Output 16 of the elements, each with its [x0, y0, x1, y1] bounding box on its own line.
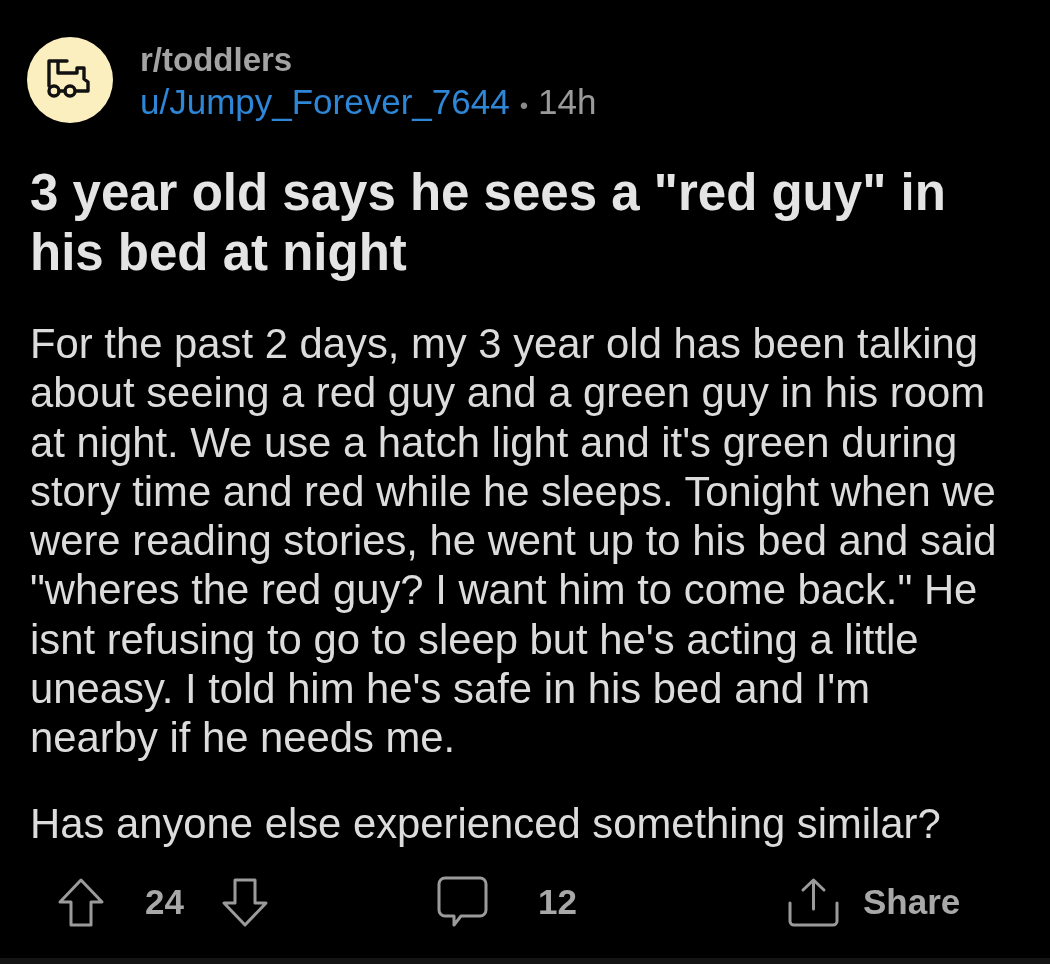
comment-count: 12 [538, 882, 577, 922]
train-icon [27, 37, 113, 123]
post-paragraph: Has anyone else experienced something similar? [30, 798, 942, 848]
post-title: 3 year old says he sees a "red guy" in his bed at night [30, 163, 947, 283]
comment-icon[interactable] [437, 876, 488, 928]
author-link[interactable]: u/Jumpy_Forever_7644 [140, 81, 510, 123]
post-paragraph: For the past 2 days, my 3 year old has been talking about seeing a red guy and a green guy in his room at night. We use a hatch light and it's green during story time and red while he sleeps. Tonight when we were reading stories, he went up to his bed and said "wheres the red guy? I want him to come back." He isnt refusing to go to sleep but he's acting a little uneasy. I told him he's safe in his bed and I'm nearby if he needs me. [30, 319, 998, 763]
post-age: 14h [538, 81, 597, 123]
share-label: Share [863, 882, 961, 922]
subreddit-name[interactable]: r/toddlers [140, 39, 597, 81]
vote-count: 24 [145, 882, 184, 922]
upvote-icon[interactable] [57, 876, 105, 928]
downvote-icon[interactable] [220, 876, 269, 928]
share-icon [788, 877, 839, 927]
separator-dot: • [519, 91, 529, 121]
share-button[interactable]: Share [788, 877, 961, 927]
